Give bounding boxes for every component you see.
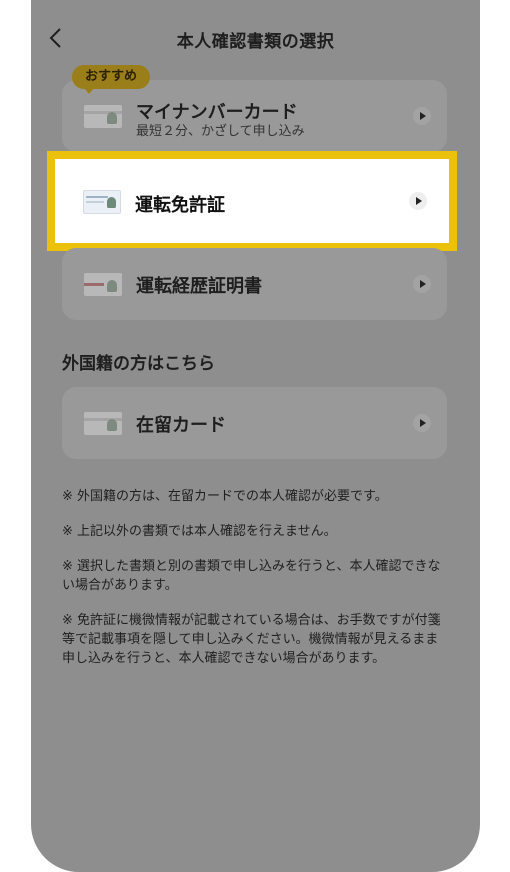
recommended-badge: おすすめ <box>72 65 150 94</box>
certificate-card-icon <box>84 273 122 296</box>
document-option-drivers-license[interactable]: 運転免許証 <box>61 165 443 237</box>
play-arrow-icon <box>409 192 427 210</box>
note-item: ※ 外国籍の方は、在留カードでの本人確認が必要です。 <box>62 489 388 504</box>
license-card-icon <box>83 190 121 214</box>
note-item: ※ 選択した書類と別の書類で申し込みを行うと、本人確認できない場合があります。 <box>62 559 441 593</box>
play-arrow-icon <box>413 275 431 293</box>
play-arrow-icon <box>413 107 431 125</box>
highlight-frame: 運転免許証 <box>47 151 457 251</box>
page-title: 本人確認書類の選択 <box>176 32 335 52</box>
document-option-mynumber[interactable]: マイナンバーカード 最短２分、かざして申し込み <box>62 80 447 152</box>
document-sublabel: 最短２分、かざして申し込み <box>136 124 305 139</box>
note-item: ※ 上記以外の書類では本人確認を行えません。 <box>62 524 337 539</box>
note-item: ※ 免許証に機微情報が記載されている場合は、お手数ですが付箋等で記載事項を隠して… <box>62 613 441 666</box>
document-option-residence-card[interactable]: 在留カード <box>62 387 447 459</box>
document-label: 運転経歴証明書 <box>136 276 262 297</box>
notes: ※ 外国籍の方は、在留カードでの本人確認が必要です。 ※ 上記以外の書類では本人… <box>62 487 447 684</box>
phone-frame: 本人確認書類の選択 マイナンバーカード 最短２分、かざして申し込み おすすめ 運… <box>31 0 480 872</box>
play-arrow-icon <box>413 414 431 432</box>
id-card-icon <box>84 105 122 128</box>
document-option-driving-history[interactable]: 運転経歴証明書 <box>62 248 447 320</box>
document-label: 運転免許証 <box>135 195 225 216</box>
document-label: 在留カード <box>136 415 226 436</box>
foreign-section-title: 外国籍の方はこちら <box>62 354 215 374</box>
residence-card-icon <box>84 412 122 435</box>
